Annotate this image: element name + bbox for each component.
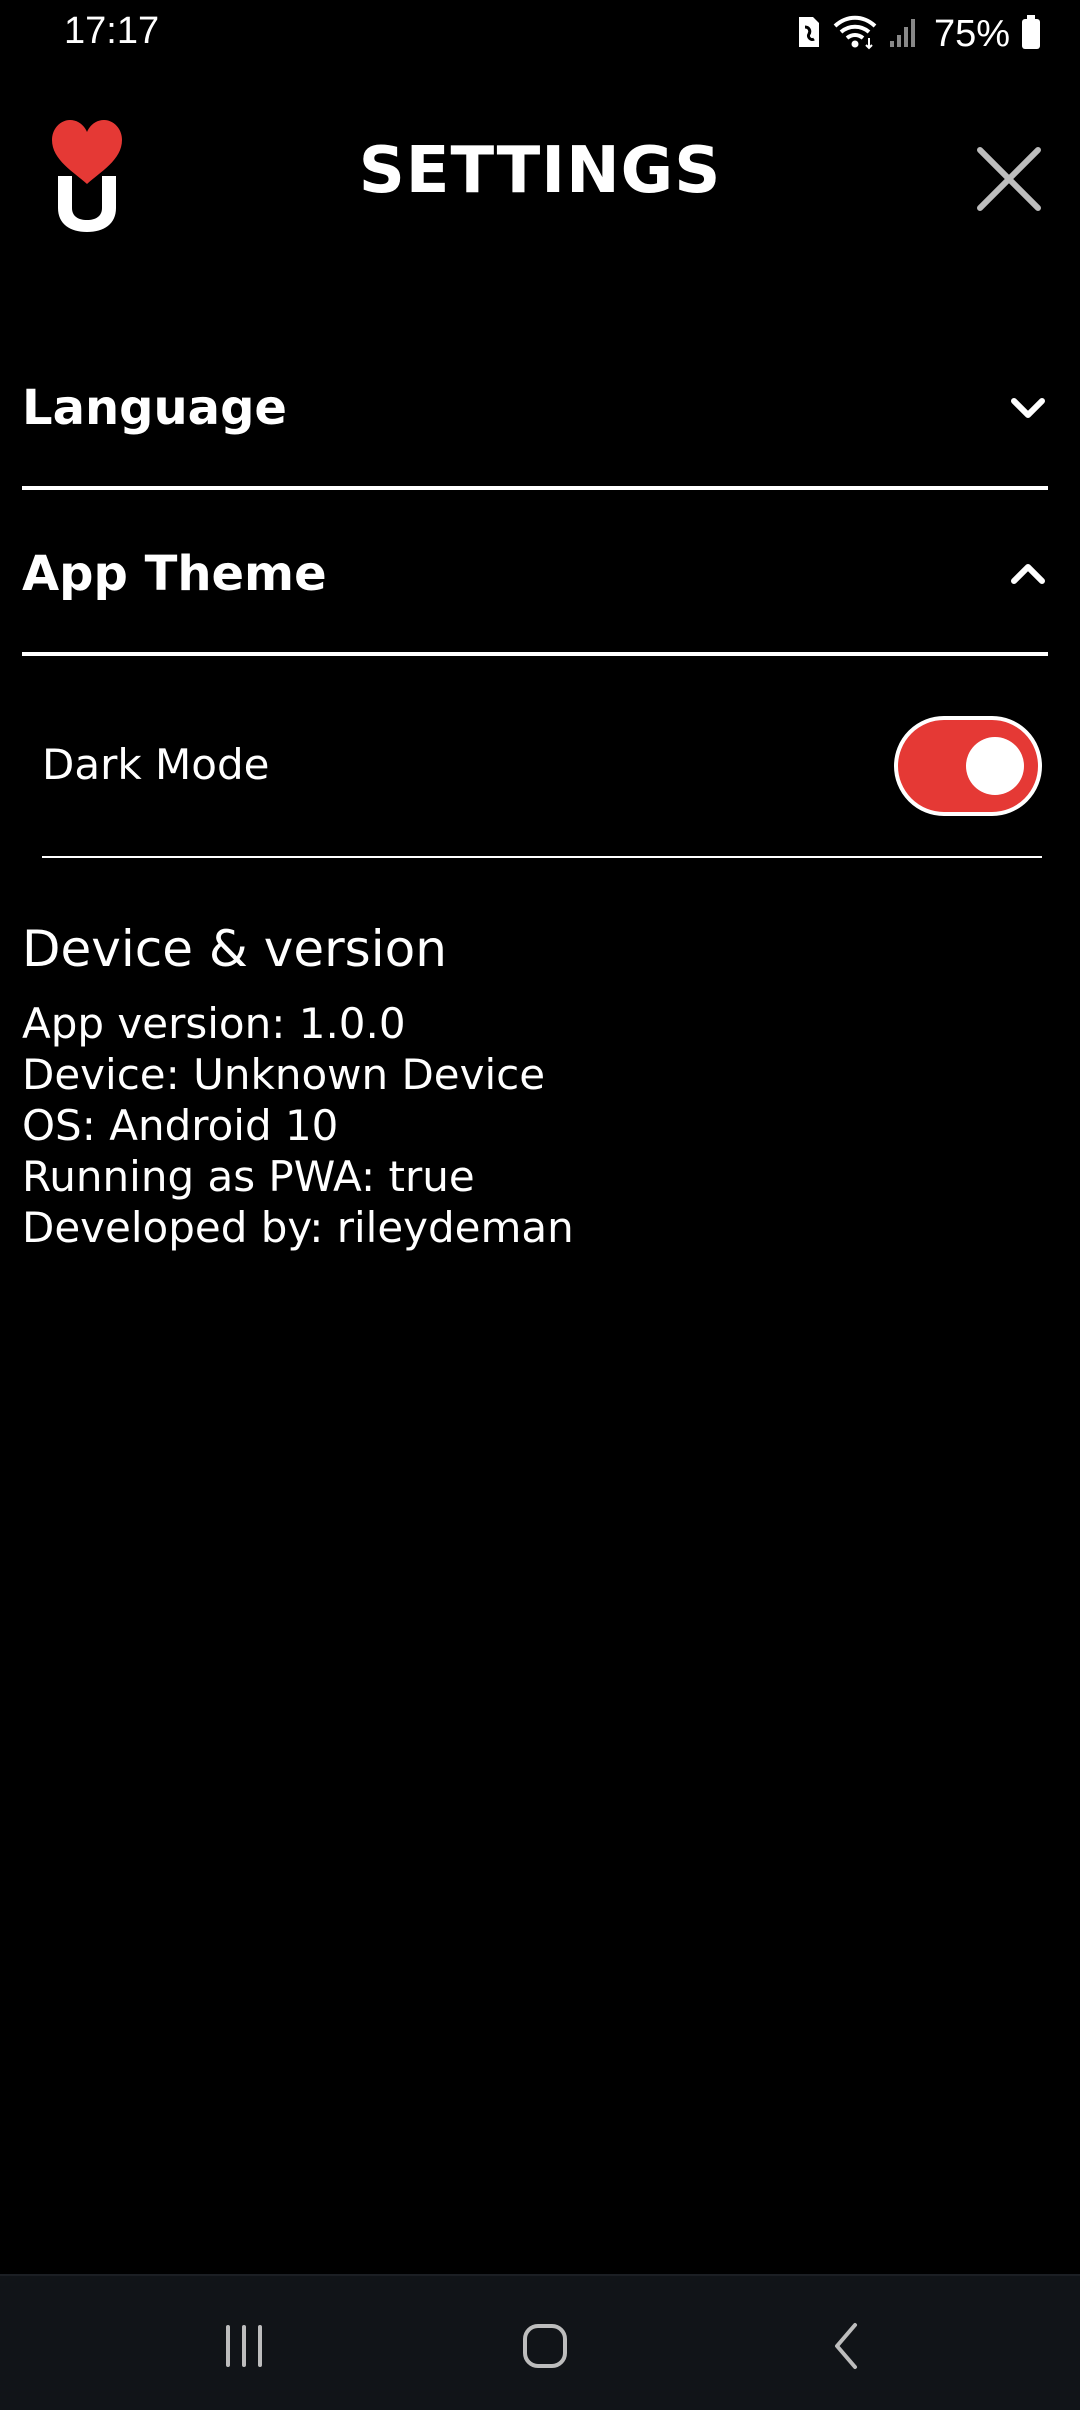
- language-label: Language: [22, 380, 287, 436]
- page-title: SETTINGS: [358, 134, 722, 208]
- header: SETTINGS: [0, 110, 1080, 240]
- status-bar: 17:17 75%: [0, 0, 1080, 70]
- dark-mode-label: Dark Mode: [42, 740, 270, 789]
- recents-button[interactable]: [204, 2306, 284, 2386]
- device-info-section: Device & version App version: 1.0.0 Devi…: [22, 920, 1052, 1253]
- close-button[interactable]: [974, 144, 1044, 214]
- dark-mode-row: Dark Mode: [42, 700, 1042, 858]
- chevron-down-icon[interactable]: [1008, 393, 1048, 423]
- navigation-bar: [0, 2274, 1080, 2410]
- sim-card-icon: [796, 15, 822, 53]
- battery-icon: [1020, 14, 1042, 54]
- status-time: 17:17: [64, 10, 160, 52]
- status-icons: 75%: [796, 12, 1042, 56]
- dark-mode-toggle[interactable]: [894, 716, 1042, 816]
- home-icon[interactable]: [520, 2321, 570, 2371]
- home-button[interactable]: [505, 2306, 585, 2386]
- pwa-text: Running as PWA: true: [22, 1152, 475, 1201]
- back-icon[interactable]: [823, 2321, 873, 2371]
- device-text: Device: Unknown Device: [22, 1050, 546, 1099]
- battery-percent: 75%: [933, 12, 1010, 55]
- app-version-text: App version: 1.0.0: [22, 999, 406, 1048]
- language-accordion[interactable]: Language: [22, 330, 1048, 490]
- chevron-up-icon[interactable]: [1008, 559, 1048, 589]
- wifi-icon: [832, 14, 878, 54]
- app-theme-accordion[interactable]: App Theme: [22, 495, 1048, 656]
- recents-icon[interactable]: [219, 2321, 269, 2371]
- close-icon[interactable]: [974, 144, 1044, 214]
- toggle-knob: [966, 737, 1024, 795]
- app-theme-label: App Theme: [22, 545, 327, 602]
- back-button[interactable]: [808, 2306, 888, 2386]
- signal-icon: [888, 15, 918, 53]
- device-info-heading: Device & version: [22, 920, 447, 978]
- developer-text: Developed by: rileydeman: [22, 1203, 574, 1252]
- os-text: OS: Android 10: [22, 1101, 339, 1150]
